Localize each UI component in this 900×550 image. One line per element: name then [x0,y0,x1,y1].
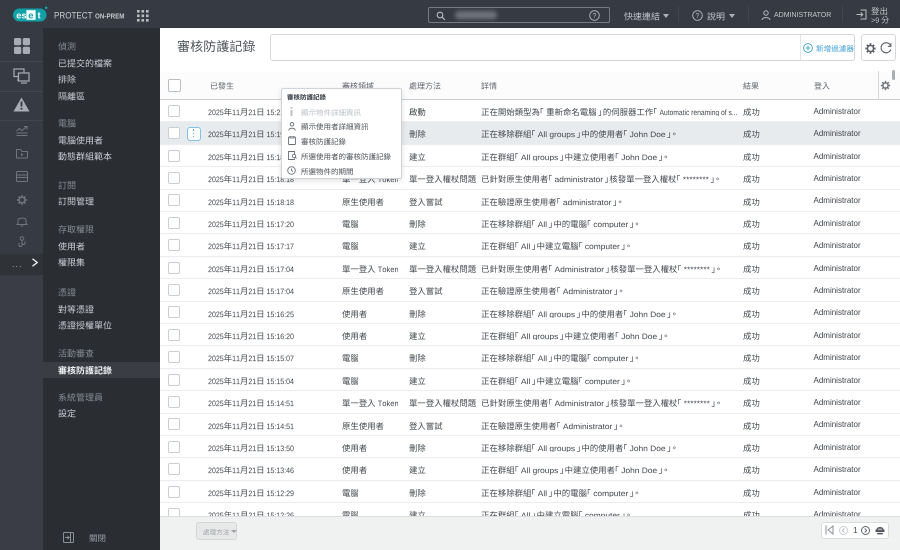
svg-text:ON-PREM: ON-PREM [95,13,125,20]
svg-text:e: e [28,10,33,21]
svg-text:PROTECT: PROTECT [54,11,93,22]
svg-text:?: ? [593,13,597,20]
svg-text:es: es [16,10,27,21]
svg-text:?: ? [696,13,700,20]
